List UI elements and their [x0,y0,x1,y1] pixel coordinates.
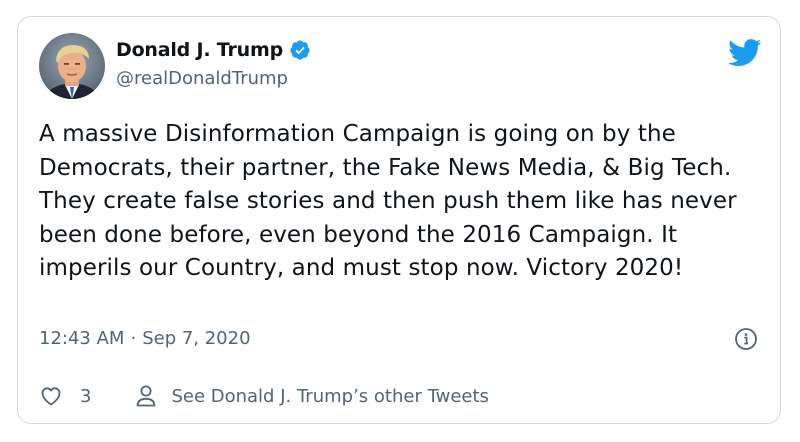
info-icon[interactable] [734,327,758,351]
tweet-actions: 3 See Donald J. Trump’s other Tweets [38,384,489,408]
see-other-tweets-link[interactable]: See Donald J. Trump’s other Tweets [135,384,489,408]
heart-icon[interactable] [38,384,64,408]
twitter-bird-icon[interactable] [728,39,762,67]
tweet-time[interactable]: 12:43 AM [39,328,124,349]
timestamp-separator: · [130,328,137,349]
actions-divider [39,369,759,370]
author-display-name[interactable]: Donald J. Trump [116,39,283,61]
avatar[interactable] [39,33,105,99]
like-count: 3 [80,385,92,407]
person-icon [135,384,157,408]
verified-badge-icon [289,39,311,61]
see-other-tweets-label[interactable]: See Donald J. Trump’s other Tweets [171,386,488,407]
like-button[interactable]: 3 [38,384,91,408]
tweet-timestamp[interactable]: 12:43 AM · Sep 7, 2020 [39,328,251,349]
author-handle[interactable]: @realDonaldTrump [116,68,288,89]
tweet-text: A massive Disinformation Campaign is goi… [39,121,737,281]
author-name-row: Donald J. Trump [116,39,311,61]
tweet-card: Donald J. Trump @realDonaldTrump A massi… [17,16,781,424]
tweet-date[interactable]: Sep 7, 2020 [142,328,250,349]
